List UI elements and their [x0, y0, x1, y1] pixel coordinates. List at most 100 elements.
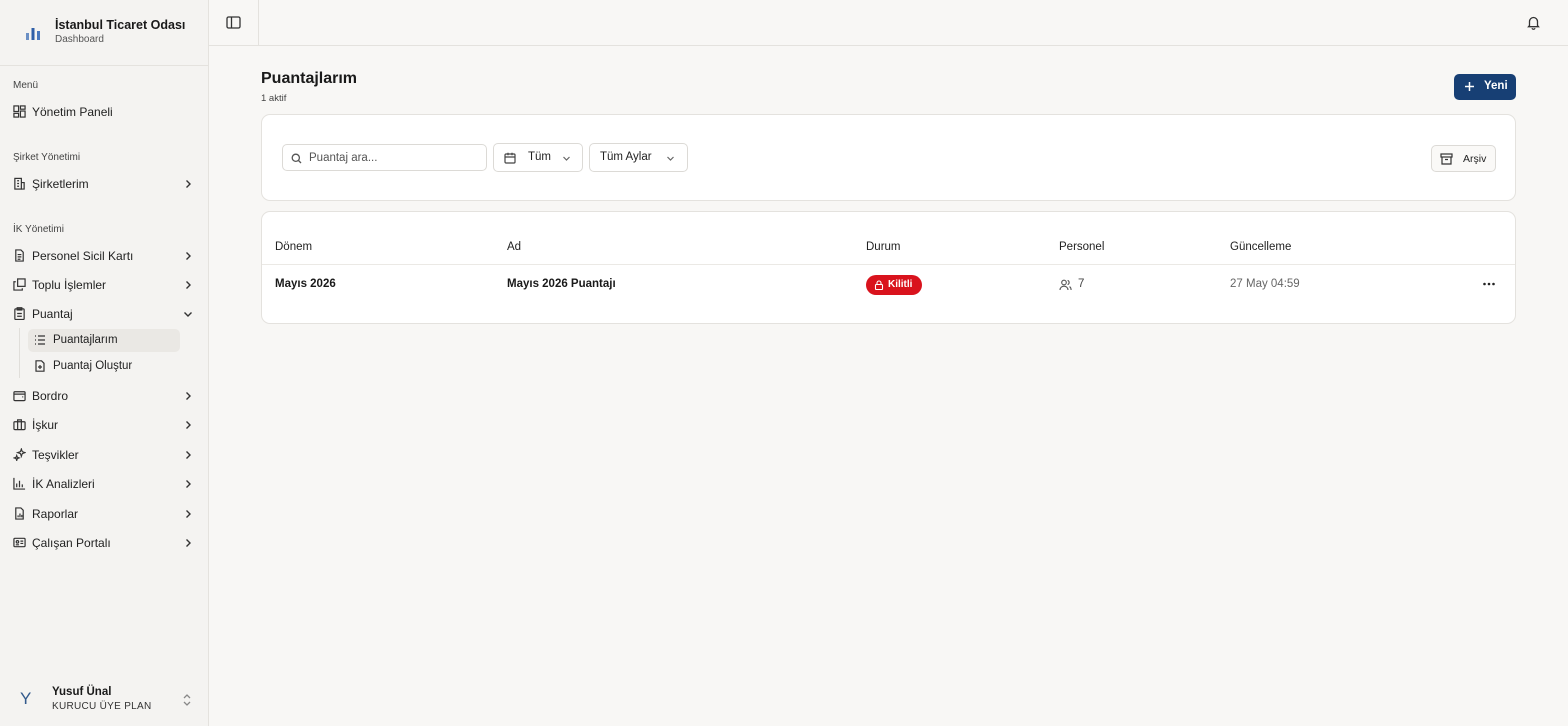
user-plan: KURUCU ÜYE PLAN: [52, 701, 152, 712]
sidebar-subitem-puantajlarim[interactable]: Puantajlarım: [28, 329, 180, 352]
chevron-down-icon: [667, 156, 674, 161]
sidebar-item-bordro[interactable]: Bordro: [8, 383, 199, 409]
cell-personnel-count: 7: [1078, 278, 1085, 290]
section-label-menu: Menü: [13, 80, 39, 91]
sidebar-subitem-label: Puantaj Oluştur: [53, 360, 133, 372]
table-row[interactable]: Mayıs 2026 Mayıs 2026 Puantajı Kilitli 7…: [262, 265, 1515, 305]
sidebar-item-toplu-islemler[interactable]: Toplu İşlemler: [8, 272, 199, 298]
chevron-right-icon: [186, 510, 191, 518]
cell-period: Mayıs 2026: [275, 278, 336, 290]
column-header-name[interactable]: Ad: [507, 241, 521, 253]
month-select-value: Tüm Aylar: [600, 151, 652, 163]
sidebar-item-sirketlerim[interactable]: Şirketlerim: [8, 171, 199, 197]
type-select[interactable]: Tüm: [493, 143, 583, 172]
document-icon: [15, 249, 24, 262]
submenu-guide-line: [19, 328, 20, 378]
chevrons-up-down-icon: [183, 694, 191, 706]
wallet-icon: [13, 391, 26, 402]
section-label-ik: İK Yönetimi: [13, 224, 64, 235]
status-badge-label: Kilitli: [888, 279, 913, 290]
brand-title: İstanbul Ticaret Odası: [55, 18, 186, 32]
new-button-label: Yeni: [1484, 80, 1508, 92]
sidebar-subitem-puantaj-olustur[interactable]: Puantaj Oluştur: [28, 355, 180, 378]
user-menu[interactable]: Y Yusuf Ünal KURUCU ÜYE PLAN: [8, 680, 200, 720]
clipboard-icon: [14, 307, 25, 320]
month-select[interactable]: Tüm Aylar: [589, 143, 688, 172]
column-header-updated[interactable]: Güncelleme: [1230, 241, 1291, 253]
column-header-status[interactable]: Durum: [866, 241, 901, 253]
user-name: Yusuf Ünal: [52, 686, 112, 698]
sidebar-toggle-icon[interactable]: [225, 14, 242, 31]
page-subtitle: 1 aktif: [261, 93, 287, 104]
chevron-down-icon: [184, 312, 192, 317]
copy-stack-icon: [13, 278, 26, 291]
cell-updated: 27 May 04:59: [1230, 278, 1300, 290]
type-select-value: Tüm: [528, 151, 551, 163]
sidebar-item-label: Toplu İşlemler: [32, 278, 107, 292]
sidebar-item-personel-sicil[interactable]: Personel Sicil Kartı: [8, 243, 199, 269]
avatar: Y: [20, 689, 32, 708]
sidebar-item-calisan-portali[interactable]: Çalışan Portalı: [8, 530, 199, 556]
more-options-icon[interactable]: [1480, 277, 1498, 291]
sidebar-item-label: Yönetim Paneli: [32, 105, 113, 119]
sidebar-item-label: Bordro: [32, 389, 69, 403]
sidebar-item-label: Teşvikler: [32, 448, 79, 462]
bell-icon[interactable]: [1526, 15, 1541, 30]
sidebar-item-tesvikler[interactable]: Teşvikler: [8, 442, 199, 468]
new-button[interactable]: Yeni: [1454, 74, 1516, 100]
sidebar-item-ik-analizleri[interactable]: İK Analizleri: [8, 471, 199, 497]
chevron-right-icon: [186, 281, 191, 289]
sidebar-item-label: Personel Sicil Kartı: [32, 249, 134, 263]
chevron-right-icon: [186, 480, 191, 488]
report-icon: [15, 507, 24, 520]
sidebar-item-iskur[interactable]: İşkur: [8, 412, 199, 438]
chevron-right-icon: [186, 451, 191, 459]
chevron-right-icon: [186, 252, 191, 260]
sidebar-item-yonetim-paneli[interactable]: Yönetim Paneli: [8, 99, 199, 125]
archive-button[interactable]: Arşiv: [1431, 145, 1496, 172]
list-icon: [35, 335, 45, 345]
calendar-icon: [504, 152, 516, 164]
sidebar-item-label: Raporlar: [32, 507, 79, 521]
chevron-down-icon: [563, 156, 570, 161]
column-header-period[interactable]: Dönem: [275, 241, 312, 253]
id-card-icon: [13, 537, 26, 548]
briefcase-icon: [13, 419, 26, 431]
sidebar-subitem-label: Puantajlarım: [53, 334, 118, 346]
brand-subtitle: Dashboard: [55, 34, 104, 45]
sidebar: İstanbul Ticaret Odası Dashboard Menü Yö…: [0, 0, 209, 726]
chevron-right-icon: [186, 539, 191, 547]
search-input[interactable]: [309, 149, 479, 167]
sidebar-item-label: İşkur: [32, 418, 59, 432]
timesheet-table: Dönem Ad Durum Personel Güncelleme Mayıs…: [261, 211, 1516, 324]
cell-name[interactable]: Mayıs 2026 Puantajı: [507, 278, 616, 290]
sidebar-item-label: İK Analizleri: [32, 477, 95, 491]
search-field[interactable]: [282, 144, 487, 171]
topbar-divider: [258, 0, 259, 46]
bar-chart-icon: [13, 477, 26, 490]
page-title: Puantajlarım: [261, 70, 358, 87]
sidebar-item-label: Çalışan Portalı: [32, 536, 111, 550]
column-header-personnel[interactable]: Personel: [1059, 241, 1104, 253]
chevron-right-icon: [186, 392, 191, 400]
users-icon: [1059, 279, 1072, 291]
sidebar-item-puantaj[interactable]: Puantaj: [8, 301, 199, 327]
search-icon: [291, 153, 302, 164]
bar-chart-logo-icon: [26, 28, 40, 40]
dashboard-grid-icon: [13, 105, 26, 118]
topbar: [209, 0, 1568, 46]
building-icon: [14, 177, 25, 190]
plus-icon: [1465, 82, 1474, 91]
sparkles-icon: [13, 448, 26, 461]
section-label-sirket: Şirket Yönetimi: [13, 152, 81, 163]
file-plus-icon: [35, 360, 45, 372]
archive-icon: [1440, 153, 1453, 165]
sidebar-item-label: Puantaj: [32, 307, 73, 321]
archive-button-label: Arşiv: [1463, 153, 1487, 165]
brand-header[interactable]: İstanbul Ticaret Odası Dashboard: [0, 0, 208, 66]
chevron-right-icon: [186, 421, 191, 429]
filter-bar: Tüm Tüm Aylar Arşiv: [261, 114, 1516, 201]
status-badge: Kilitli: [866, 275, 923, 295]
lock-icon: [874, 280, 884, 290]
sidebar-item-raporlar[interactable]: Raporlar: [8, 501, 199, 527]
